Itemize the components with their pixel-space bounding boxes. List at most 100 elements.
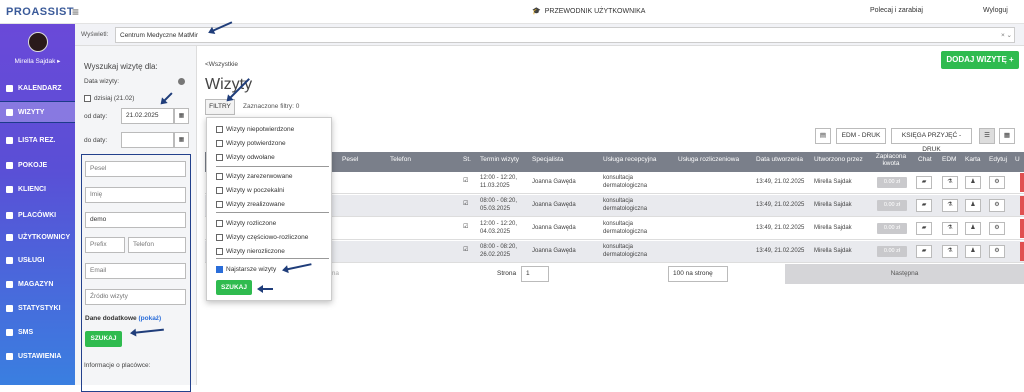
sidebar-item-sms[interactable]: SMS xyxy=(0,322,75,342)
card-icon[interactable]: ♟ xyxy=(965,222,981,235)
sidebar-item-usługi[interactable]: USŁUGI xyxy=(0,250,75,270)
chart-icon xyxy=(6,304,13,312)
show-extra-link[interactable]: (pokaż) xyxy=(138,315,161,322)
card-icon[interactable]: ♟ xyxy=(965,176,981,189)
chat-icon[interactable]: ▰ xyxy=(916,176,932,189)
edm-icon[interactable]: ⚗ xyxy=(942,222,958,235)
refer-link[interactable]: Polecaj i zarabiaj xyxy=(870,7,923,14)
edit-icon[interactable]: ⚙ xyxy=(989,176,1005,189)
filter-option[interactable]: Wizyty zarezerwowane xyxy=(216,173,292,180)
column-header[interactable]: Telefon xyxy=(390,156,411,163)
prefix-select[interactable]: Prefix xyxy=(85,237,125,253)
print-icon[interactable]: ▤ xyxy=(815,128,831,144)
filter-option[interactable]: Wizyty zrealizowane xyxy=(216,201,285,208)
filter-option[interactable]: Wizyty nierozliczone xyxy=(216,248,285,255)
filter-option[interactable]: Wizyty odwołane xyxy=(216,154,275,161)
search-button[interactable]: SZUKAJ xyxy=(85,331,122,347)
card-icon[interactable]: ♟ xyxy=(965,245,981,258)
user-guide-link[interactable]: 🎓 PRZEWODNIK UŻYTKOWNIKA xyxy=(532,7,645,16)
column-header[interactable]: Data utworzenia xyxy=(756,156,803,163)
column-header[interactable]: Termin wizyty xyxy=(480,156,519,163)
calendar-icon[interactable]: ▦ xyxy=(174,108,189,124)
book-print-button[interactable]: KSIĘGA PRZYJĘĆ - DRUK xyxy=(891,128,972,153)
column-header[interactable]: Specjalista xyxy=(532,156,563,163)
edm-print-button[interactable]: EDM - DRUK xyxy=(836,128,886,144)
checkbox[interactable] xyxy=(216,126,223,133)
column-header[interactable]: Pesel xyxy=(342,156,358,163)
sidebar-item-label: KLIENCI xyxy=(18,185,46,193)
sidebar-item-klienci[interactable]: KLIENCI xyxy=(0,179,75,199)
logout-link[interactable]: Wyloguj xyxy=(983,7,1008,14)
checkbox[interactable] xyxy=(216,201,223,208)
column-header[interactable]: EDM xyxy=(942,156,956,163)
edm-icon[interactable]: ⚗ xyxy=(942,176,958,189)
column-header[interactable]: U xyxy=(1015,156,1020,163)
filter-option[interactable]: Wizyty rozliczone xyxy=(216,220,276,227)
column-header[interactable]: Chat xyxy=(918,156,932,163)
menu-icon[interactable]: ≡ xyxy=(72,5,79,19)
column-header[interactable]: Zapłacona kwota xyxy=(873,153,909,167)
sidebar-item-ustawienia[interactable]: USTAWIENIA xyxy=(0,346,75,366)
checkbox[interactable] xyxy=(216,154,223,161)
filter-option[interactable]: Wizyty w poczekalni xyxy=(216,187,284,194)
checkbox[interactable] xyxy=(216,173,223,180)
filter-option[interactable]: Wizyty niepotwierdzone xyxy=(216,126,294,133)
first-name-input[interactable]: Imię xyxy=(85,187,186,203)
avatar[interactable] xyxy=(28,32,48,52)
edit-icon[interactable]: ⚙ xyxy=(989,199,1005,212)
list-view-icon[interactable]: ☰ xyxy=(979,128,995,144)
column-header[interactable]: St. xyxy=(463,156,471,163)
filter-option[interactable]: Wizyty potwierdzone xyxy=(216,140,286,147)
from-date-input[interactable]: 21.02.2025 xyxy=(121,108,174,124)
calendar-view-icon[interactable]: ▦ xyxy=(999,128,1015,144)
checkbox[interactable] xyxy=(216,248,223,255)
sidebar-item-placówki[interactable]: PLACÓWKI xyxy=(0,205,75,225)
info-icon[interactable] xyxy=(178,78,185,85)
last-name-input[interactable]: demo xyxy=(85,212,186,228)
dropdown-search-button[interactable]: SZUKAJ xyxy=(216,280,252,295)
sidebar-item-użytkownicy[interactable]: UŻYTKOWNICY xyxy=(0,227,75,247)
next-button[interactable]: Następna xyxy=(785,264,1024,284)
to-date-input[interactable] xyxy=(121,132,174,148)
page-input[interactable]: 1 xyxy=(521,266,549,282)
user-name[interactable]: Mirella Sajdak ▸ xyxy=(0,57,75,65)
sidebar-item-statystyki[interactable]: STATYSTYKI xyxy=(0,298,75,318)
location-select[interactable]: Centrum Medyczne MatMir xyxy=(115,27,1015,43)
edit-icon[interactable]: ⚙ xyxy=(989,245,1005,258)
edm-icon[interactable]: ⚗ xyxy=(942,245,958,258)
edm-icon[interactable]: ⚗ xyxy=(942,199,958,212)
column-header[interactable]: Karta xyxy=(965,156,981,163)
sidebar-item-wizyty[interactable]: WIZYTY xyxy=(0,101,76,123)
add-visit-button[interactable]: DODAJ WIZYTĘ + xyxy=(941,51,1019,69)
select-clear-icon[interactable]: × ⌄ xyxy=(1001,31,1012,39)
column-header[interactable]: Usługa rozliczeniowa xyxy=(678,156,739,163)
checkbox[interactable] xyxy=(216,187,223,194)
sidebar-item-lista-rez-[interactable]: LISTA REZ. xyxy=(0,130,75,150)
breadcrumb[interactable]: <Wszystkie xyxy=(205,61,238,68)
chat-icon[interactable]: ▰ xyxy=(916,199,932,212)
checkbox[interactable] xyxy=(216,266,223,273)
pesel-input[interactable]: Pesel xyxy=(85,161,186,177)
edit-icon[interactable]: ⚙ xyxy=(989,222,1005,235)
email-input[interactable]: Email xyxy=(85,263,186,279)
column-header[interactable]: Utworzono przez xyxy=(814,156,863,163)
chat-icon[interactable]: ▰ xyxy=(916,222,932,235)
checkbox[interactable] xyxy=(216,140,223,147)
checkbox[interactable] xyxy=(216,220,223,227)
today-checkbox[interactable]: dzisiaj (21.02) xyxy=(84,95,134,102)
filter-option[interactable]: Wizyty częściowo-rozliczone xyxy=(216,234,308,241)
source-select[interactable]: Źródło wizyty xyxy=(85,289,186,305)
sidebar-item-pokoje[interactable]: POKOJE xyxy=(0,155,75,175)
chat-icon[interactable]: ▰ xyxy=(916,245,932,258)
per-page-select[interactable]: 100 na stronę xyxy=(668,266,728,282)
sidebar-item-kalendarz[interactable]: KALENDARZ xyxy=(0,78,75,98)
sidebar-item-magazyn[interactable]: MAGAZYN xyxy=(0,274,75,294)
column-header[interactable]: Usługa recepcyjna xyxy=(603,156,656,163)
calendar-icon[interactable]: ▦ xyxy=(174,132,189,148)
column-header[interactable]: Edytuj xyxy=(989,156,1007,163)
service-name: konsultacja dermatologiczna xyxy=(603,198,648,212)
card-icon[interactable]: ♟ xyxy=(965,199,981,212)
checkbox[interactable] xyxy=(216,234,223,241)
phone-input[interactable]: Telefon xyxy=(128,237,186,253)
filter-option[interactable]: Najstarsze wizyty xyxy=(216,266,276,273)
